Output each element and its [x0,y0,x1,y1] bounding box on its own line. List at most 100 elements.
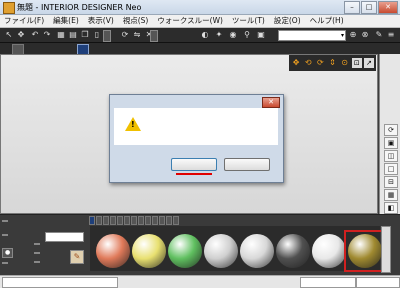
select-arrow-icon[interactable]: ↖ [4,30,14,40]
menu-view[interactable]: 表示(V) [88,15,114,27]
wall-icon[interactable]: ▦ [56,30,66,40]
status-route [300,277,356,288]
walk-tab[interactable] [2,262,8,264]
undo-icon[interactable]: ↶ [30,30,40,40]
right-tool-panel: ⟳ ▣ ◫ □ ⊟ ▦ ◧ ◎ ▭ ⌕ [379,54,400,253]
tool-square-icon[interactable]: □ [384,163,398,175]
tool-box-icon[interactable]: ▣ [384,137,398,149]
material-swatch[interactable] [344,230,386,272]
menu-file[interactable]: ファイル(F) [4,15,44,27]
material-swatch[interactable] [202,232,240,270]
close-button[interactable]: ✕ [378,1,398,14]
warning-glyph: ! [131,120,135,129]
menu-help[interactable]: ヘルプ(H) [310,15,344,27]
tilt-icon[interactable]: ⇕ [327,58,337,68]
material-swatch[interactable] [274,232,312,270]
tool-lock-icon[interactable]: ⊟ [384,176,398,188]
color-sort-button[interactable] [34,261,40,263]
fit-view-icon[interactable]: ⊡ [351,58,362,68]
view-tabs [0,43,400,55]
category-tab[interactable] [166,216,172,225]
pen-icon[interactable]: ✎ [374,30,384,40]
minimize-button[interactable]: – [344,1,360,14]
category-tab[interactable] [117,216,123,225]
move-icon[interactable]: ✥ [16,30,26,40]
orbit-alt-icon[interactable]: ⟳ [315,58,325,68]
target-select[interactable] [45,232,84,242]
navigation-controls: ✥ ⟲ ⟳ ⇕ ⊙ ⊡ ↗ [289,55,376,71]
floor-icon[interactable]: ▤ [68,30,78,40]
print-icon[interactable]: ▣ [256,30,266,40]
status-scale [356,277,400,288]
flip-icon[interactable]: ⇋ [132,30,142,40]
tool-rotate-icon[interactable]: ⟳ [384,124,398,136]
texture-tab[interactable] [2,234,8,236]
warning-icon: ! [125,117,141,131]
material-swatch[interactable] [238,232,276,270]
material-ball [240,234,274,268]
category-tab[interactable] [152,216,158,225]
menu-walkthrough[interactable]: ウォークスルー(W) [157,15,223,27]
menu-viewpoint[interactable]: 視点(S) [123,15,149,27]
category-tab[interactable] [124,216,130,225]
category-tab[interactable] [96,216,102,225]
material-ball [312,234,346,268]
menu-bar: ファイル(F) 編集(E) 表示(V) 視点(S) ウォークスルー(W) ツール… [0,15,400,28]
material-scrollbar[interactable] [381,226,391,273]
app-window: 無題 - INTERIOR DESIGNER Neo – □ ✕ ファイル(F)… [0,0,400,288]
render-icon[interactable]: ◐ [200,30,210,40]
camera-icon[interactable]: ◉ [228,30,238,40]
material-swatch[interactable] [166,232,204,270]
pan-icon[interactable]: ✥ [291,58,301,68]
material-ball [168,234,202,268]
category-tab[interactable] [103,216,109,225]
material-swatch[interactable] [310,232,348,270]
measure-icon[interactable]: ⊗ [360,30,370,40]
menu-more-icon[interactable]: ≡ [386,30,396,40]
walk-icon[interactable]: ⚲ [242,30,252,40]
menu-edit[interactable]: 編集(E) [53,15,79,27]
title-bar: 無題 - INTERIOR DESIGNER Neo – □ ✕ [0,0,400,15]
tool-layer-icon[interactable]: ◧ [384,202,398,214]
category-tab[interactable] [89,216,95,225]
material-swatch[interactable] [130,232,168,270]
parts-tab[interactable] [2,220,8,222]
material-ball [348,234,382,268]
color-add-button[interactable] [34,252,40,254]
category-tab[interactable] [173,216,179,225]
chevron-down-icon: ▾ [340,32,344,39]
copy-icon[interactable]: ❐ [80,30,90,40]
category-tab[interactable] [159,216,165,225]
menu-tools[interactable]: ツール(T) [232,15,265,27]
main-toolbar: ↖ ✥ ↶ ↷ ▦ ▤ ❐ ▯ ⟳ ⇋ ✕ ◐ ✦ ◉ ⚲ ▣ ▾ ⊕ ⊗ ✎ … [0,28,400,43]
category-tab[interactable] [145,216,151,225]
category-tab[interactable] [138,216,144,225]
color-edit-button[interactable] [34,243,40,245]
rotate-icon[interactable]: ⟳ [120,30,130,40]
material-swatch[interactable] [94,232,132,270]
menu-settings[interactable]: 設定(O) [274,15,301,27]
yes-button[interactable] [171,158,217,171]
no-button[interactable] [224,158,270,171]
category-tab[interactable] [110,216,116,225]
dialog-close-button[interactable]: ✕ [262,97,280,108]
snap-toggle-button[interactable] [150,30,158,42]
color-tab[interactable]: ● [2,248,14,258]
maximize-button[interactable]: □ [361,1,377,14]
tool-cube-icon[interactable]: ◫ [384,150,398,162]
eyedropper-icon[interactable]: ✎ [70,250,84,264]
tool-grid-icon[interactable]: ▦ [384,189,398,201]
zoom-nav-icon[interactable]: ⊙ [340,58,350,68]
material-category-tabs [89,216,180,225]
zoom-icon[interactable]: ⊕ [348,30,358,40]
door-icon[interactable]: ▯ [92,30,102,40]
mode-label[interactable] [103,30,111,42]
redo-icon[interactable]: ↷ [42,30,52,40]
orbit-icon[interactable]: ⟲ [303,58,313,68]
light-icon[interactable]: ✦ [214,30,224,40]
reset-view-icon[interactable]: ↗ [363,58,374,68]
material-ball [132,234,166,268]
view-select[interactable]: ▾ [278,30,346,41]
category-tab[interactable] [131,216,137,225]
window-controls: – □ ✕ [344,1,398,14]
